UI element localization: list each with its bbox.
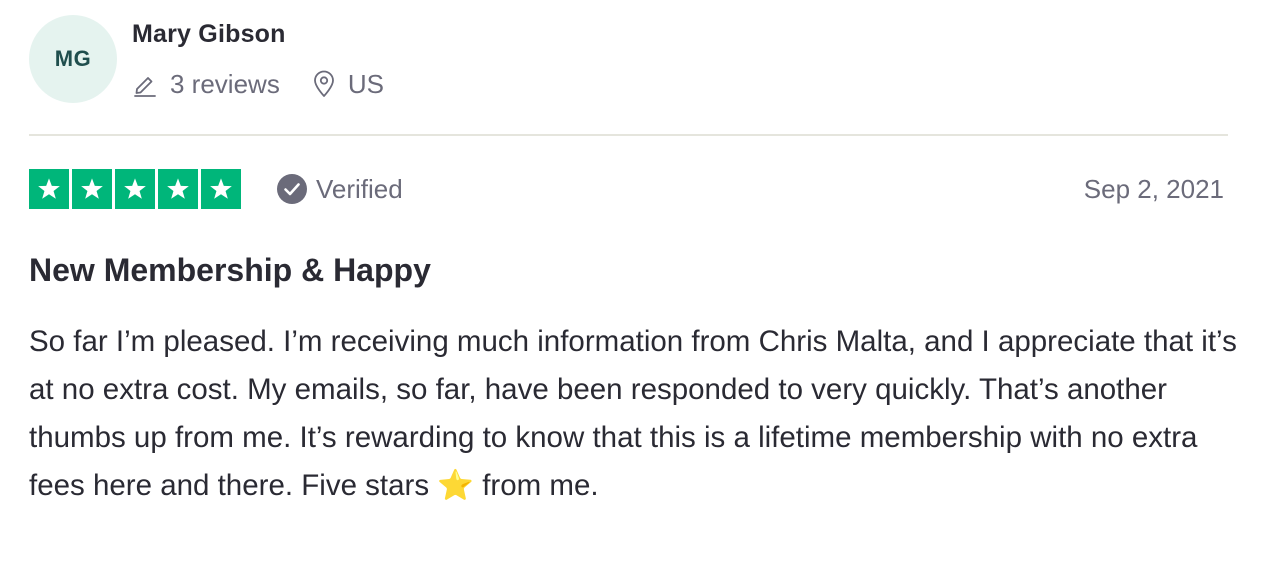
star-icon	[158, 169, 198, 209]
reviews-count-label: 3 reviews	[170, 68, 280, 99]
pencil-icon	[132, 71, 170, 97]
verified-label: Verified	[316, 173, 403, 204]
star-icon	[115, 169, 155, 209]
star-icon	[29, 169, 69, 209]
review-date: Sep 2, 2021	[1083, 173, 1224, 204]
reviewer-location: US	[312, 69, 384, 100]
review-card: MG Mary Gibson 3 reviews US Verified Sep…	[0, 0, 1272, 564]
review-title[interactable]: New Membership & Happy	[29, 252, 431, 289]
reviews-count: 3 reviews	[132, 69, 280, 100]
avatar[interactable]: MG	[29, 15, 117, 103]
reviewer-name[interactable]: Mary Gibson	[132, 20, 286, 49]
country-label: US	[347, 68, 384, 99]
verified-badge[interactable]: Verified	[276, 170, 403, 208]
check-circle-icon	[276, 173, 316, 205]
reviewer-meta: 3 reviews US	[132, 64, 384, 104]
star-icon	[201, 169, 241, 209]
divider	[29, 134, 1228, 136]
review-body: So far I’m pleased. I’m receiving much i…	[29, 325, 1237, 502]
star-icon	[72, 169, 112, 209]
star-rating	[29, 169, 241, 209]
location-pin-icon	[312, 70, 348, 98]
